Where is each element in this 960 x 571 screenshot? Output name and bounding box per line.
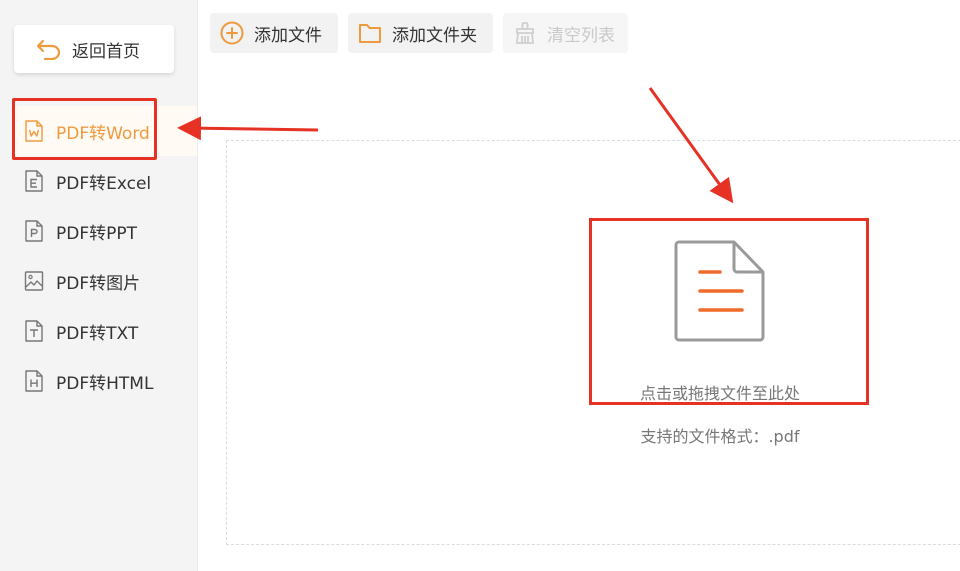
ppt-file-icon — [25, 220, 43, 242]
txt-file-icon — [25, 320, 43, 342]
sidebar-item-pdf-to-excel[interactable]: PDF转Excel — [14, 156, 197, 206]
add-file-label: 添加文件 — [254, 25, 322, 46]
file-drop-zone[interactable] — [226, 140, 960, 545]
supported-formats-text: 支持的文件格式：.pdf — [640, 427, 800, 446]
sidebar: 返回首页 PDF转Word PDF转Excel PDF转PPT PDF转图片 P… — [0, 0, 198, 571]
sidebar-item-label: PDF转Word — [56, 123, 150, 144]
sidebar-item-label: PDF转Excel — [56, 173, 152, 194]
document-icon — [674, 240, 765, 342]
sidebar-item-label: PDF转PPT — [56, 223, 138, 244]
sidebar-item-label: PDF转HTML — [56, 373, 154, 394]
clear-list-button[interactable]: 清空列表 — [503, 13, 628, 53]
sidebar-item-label: PDF转图片 — [56, 273, 141, 294]
plus-circle-icon — [220, 21, 244, 45]
sidebar-item-label: PDF转TXT — [56, 323, 139, 344]
add-folder-button[interactable]: 添加文件夹 — [348, 13, 493, 53]
sidebar-item-pdf-to-ppt[interactable]: PDF转PPT — [14, 206, 197, 256]
sidebar-item-pdf-to-image[interactable]: PDF转图片 — [14, 256, 197, 306]
excel-file-icon — [25, 170, 43, 192]
back-home-button[interactable]: 返回首页 — [14, 25, 174, 73]
add-file-button[interactable]: 添加文件 — [210, 13, 338, 53]
sidebar-item-pdf-to-txt[interactable]: PDF转TXT — [14, 306, 197, 356]
undo-arrow-icon — [36, 39, 61, 60]
sidebar-item-pdf-to-html[interactable]: PDF转HTML — [14, 356, 197, 406]
clear-list-label: 清空列表 — [547, 25, 615, 46]
arrow-to-word-item — [177, 116, 319, 141]
html-file-icon — [25, 370, 43, 392]
image-file-icon — [24, 271, 44, 291]
add-folder-label: 添加文件夹 — [392, 25, 477, 46]
broom-icon — [516, 22, 534, 44]
folder-icon — [359, 24, 381, 43]
drop-zone-prompt: 点击或拖拽文件至此处 — [639, 384, 800, 403]
sidebar-item-pdf-to-word[interactable]: PDF转Word — [14, 106, 197, 156]
back-home-label: 返回首页 — [72, 41, 140, 62]
word-file-icon — [25, 120, 43, 142]
